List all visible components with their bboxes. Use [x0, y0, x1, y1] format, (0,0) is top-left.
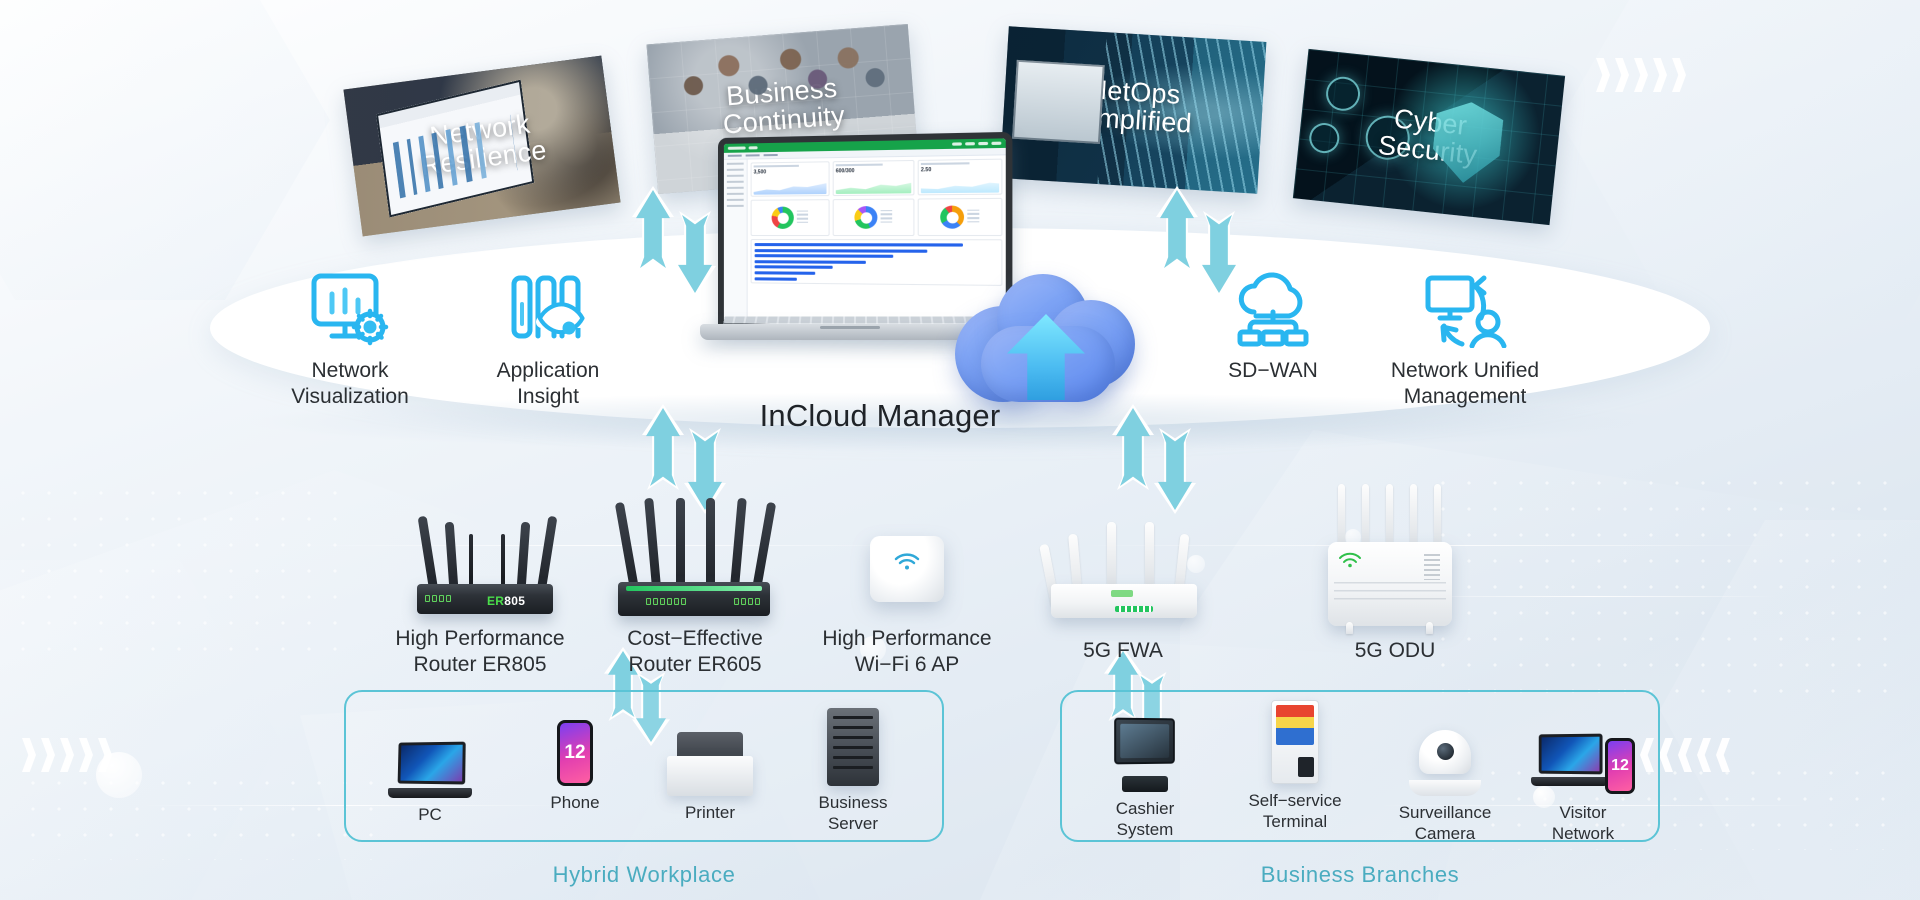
group-title-business-branches: Business Branches	[1260, 862, 1460, 887]
device-label-line1: High Performance	[395, 627, 565, 650]
device-wifi6-ap: High Performance Wi−Fi 6 AP	[800, 498, 1014, 677]
group-title-hybrid-workplace: Hybrid Workplace	[552, 862, 736, 887]
diagram-canvas: Network Resilience Business Continuity N…	[0, 0, 1920, 900]
kpi-value: 600/300	[835, 168, 855, 175]
endpoint-printer: Printer	[645, 710, 775, 824]
feature-label-line1: Network	[311, 359, 389, 382]
router-er605-illustration	[588, 497, 802, 620]
printer-icon	[645, 710, 775, 796]
router-er805-illustration: ER805	[373, 510, 587, 620]
router-badge-prefix: ER	[487, 594, 505, 608]
device-5g-fwa: 5G FWA	[1023, 498, 1223, 664]
cloud-network-icon	[1168, 270, 1378, 348]
kpi-value: 2.50	[920, 167, 932, 174]
flow-arrow-down	[678, 215, 712, 293]
feature-network-visualization: Network Visualization	[245, 270, 455, 409]
dashboard-kpi-row: 3,500 600/300 2.50	[750, 158, 1003, 197]
feature-label-line1: Network Unified	[1390, 359, 1540, 382]
hero-card-netops-simplified: NetOps Simplified	[999, 26, 1267, 194]
feature-label-line2: Visualization	[291, 384, 409, 408]
flow-arrow-up	[1160, 190, 1194, 268]
cloud-3d-upload-icon	[955, 270, 1140, 410]
endpoint-cashier-system: Cashier System	[1080, 706, 1210, 840]
kpi-value: 3,500	[753, 169, 767, 176]
feature-label-line1: Application	[496, 359, 600, 382]
device-router-er805: ER805 High Performance Router ER805	[373, 510, 587, 677]
device-label-line1: 5G FWA	[1083, 639, 1163, 662]
endpoint-label-line1: Surveillance	[1398, 803, 1492, 822]
dashboard-sidebar	[723, 159, 748, 324]
kpi-card: 2.50	[917, 158, 1003, 196]
endpoint-label-line1: Self−service	[1248, 791, 1342, 810]
flow-arrow-up	[646, 408, 680, 486]
laptop-icon	[365, 712, 495, 798]
device-label-line2: Router ER605	[628, 652, 762, 676]
hero-card-line1: Business	[725, 72, 839, 112]
endpoint-phone: 12 Phone	[510, 700, 640, 814]
flow-arrow-up	[1116, 408, 1150, 486]
flow-arrow-up	[636, 190, 670, 268]
kpi-card: 3,500	[750, 161, 830, 197]
pos-terminal-icon	[1080, 706, 1210, 792]
chevron-decoration-right-top	[1596, 58, 1686, 92]
flow-arrow-down	[1202, 215, 1236, 293]
monitor-user-sync-icon	[1360, 270, 1570, 348]
kiosk-icon	[1230, 698, 1360, 784]
endpoint-label-line2: Network	[1551, 823, 1615, 843]
endpoint-surveillance-camera: Surveillance Camera	[1380, 710, 1510, 844]
donut-chart-card	[750, 199, 830, 237]
device-label-line2: Router ER805	[413, 652, 547, 676]
feature-network-unified-management: Network Unified Management	[1360, 270, 1570, 409]
wifi6-ap-illustration	[800, 498, 1014, 620]
hero-card-network-resilience: Network Resilience	[343, 55, 621, 237]
feature-sd-wan: SD−WAN	[1168, 270, 1378, 384]
endpoint-label-line2: System	[1116, 819, 1174, 839]
endpoint-label-line2: Server	[827, 813, 879, 833]
donut-chart-card	[832, 198, 915, 237]
endpoint-label-line1: Phone	[550, 793, 600, 812]
endpoint-label-line1: PC	[418, 805, 442, 824]
kpi-card: 600/300	[832, 159, 915, 197]
router-badge-number: 805	[504, 594, 526, 608]
device-label-line1: Cost−Effective	[627, 627, 763, 650]
visitor-phone-screen-label: 12	[1605, 738, 1635, 794]
endpoint-label-line2: Camera	[1414, 823, 1476, 843]
feature-label-line2: Insight	[517, 384, 579, 408]
donut-chart-card	[917, 197, 1003, 237]
endpoint-pc: PC	[365, 712, 495, 826]
feature-label-line1: SD−WAN	[1228, 359, 1318, 382]
phone-screen-label: 12	[557, 720, 593, 786]
endpoint-label-line1: Cashier	[1115, 799, 1175, 818]
chevron-decoration-left-bottom	[22, 738, 112, 772]
5g-odu-illustration	[1300, 470, 1490, 634]
endpoint-business-server: Business Server	[788, 700, 918, 834]
endpoint-label-line1: Visitor	[1559, 803, 1607, 822]
server-icon	[788, 700, 918, 786]
device-label-line1: High Performance	[822, 627, 992, 650]
device-label-line2: Wi−Fi 6 AP	[854, 652, 960, 676]
endpoint-label-line1: Printer	[684, 803, 736, 822]
page-title: InCloud Manager	[759, 398, 1001, 433]
bars-eye-icon	[443, 270, 653, 348]
monitor-chart-gear-icon	[245, 270, 455, 348]
endpoint-label-line2: Terminal	[1262, 811, 1328, 831]
endpoint-self-service-terminal: Self−service Terminal	[1230, 698, 1360, 832]
device-router-er605: Cost−Effective Router ER605	[588, 497, 802, 677]
device-5g-odu: 5G ODU	[1300, 470, 1490, 664]
feature-application-insight: Application Insight	[443, 270, 653, 409]
feature-label-line2: Management	[1403, 384, 1527, 408]
dashboard-donut-row	[750, 197, 1003, 237]
hero-card-cyber-security: Cyber Security	[1292, 48, 1566, 226]
endpoint-label-line1: Business	[818, 793, 888, 812]
phone-icon: 12	[510, 700, 640, 786]
laptop-phone-icon: 12	[1518, 710, 1648, 796]
endpoint-visitor-network: 12 Visitor Network	[1518, 710, 1648, 844]
5g-fwa-illustration	[1023, 498, 1223, 632]
device-label-line1: 5G ODU	[1354, 639, 1436, 662]
dome-camera-icon	[1380, 710, 1510, 796]
